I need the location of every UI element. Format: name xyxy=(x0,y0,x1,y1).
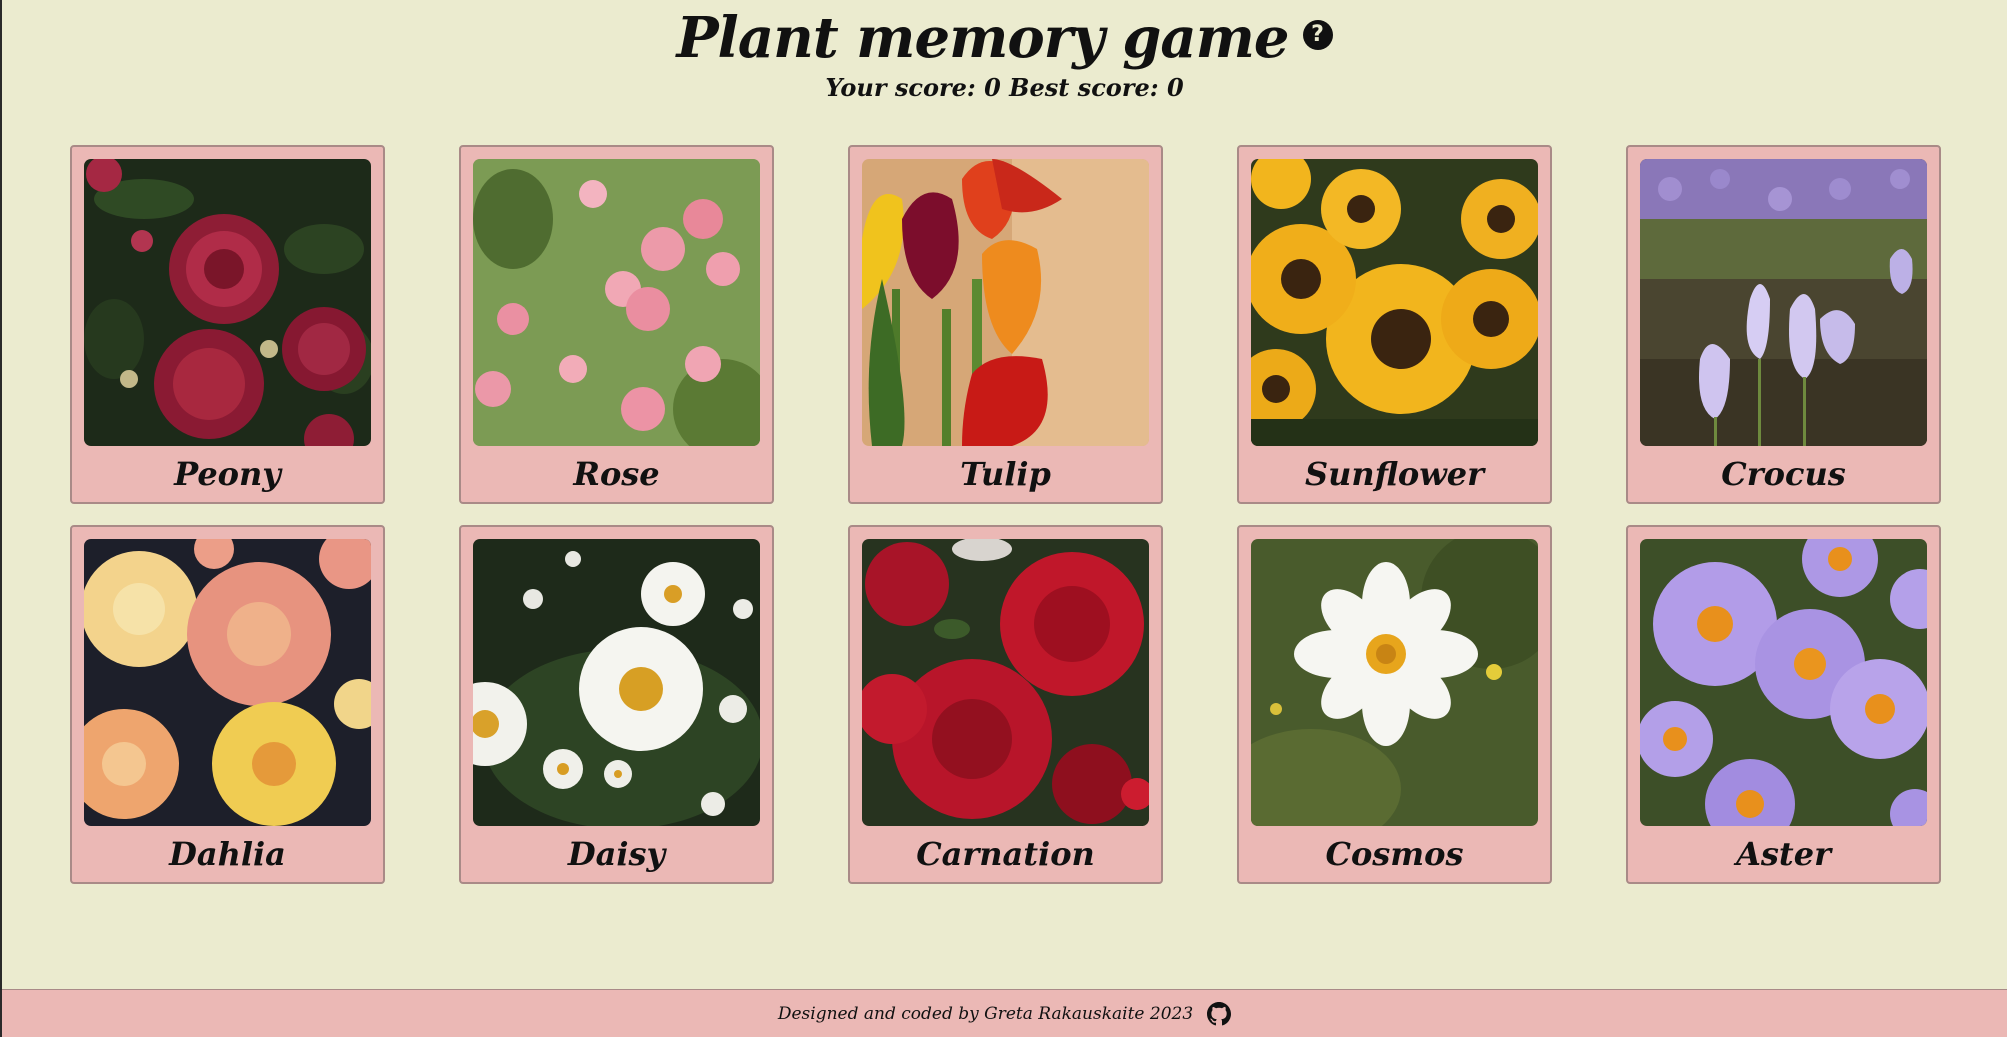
crocus-photo xyxy=(1640,159,1927,446)
aster-photo xyxy=(1640,539,1927,826)
page-header: Plant memory game ? Your score: 0 Best s… xyxy=(2,0,2007,140)
question-circle-icon[interactable]: ? xyxy=(1302,20,1333,50)
score-value: 0 xyxy=(984,73,1001,102)
best-score-value: 0 xyxy=(1166,73,1184,102)
card-crocus[interactable]: Crocus xyxy=(1626,145,1941,504)
peony-photo xyxy=(84,159,371,446)
card-label: Sunflower xyxy=(1304,455,1484,493)
card-daisy[interactable]: Daisy xyxy=(459,525,774,884)
title-row: Plant memory game ? xyxy=(2,6,2007,70)
card-label: Crocus xyxy=(1721,455,1846,493)
page-title: Plant memory game xyxy=(676,5,1289,71)
rose-photo xyxy=(473,159,760,446)
card-cosmos[interactable]: Cosmos xyxy=(1237,525,1552,884)
dahlia-photo xyxy=(84,539,371,826)
scoreboard: Your score: 0 Best score: 0 xyxy=(2,72,2007,104)
cosmos-photo xyxy=(1251,539,1538,826)
card-label: Tulip xyxy=(960,455,1051,493)
score-label: Your score: xyxy=(825,73,976,102)
daisy-photo xyxy=(473,539,760,826)
footer-credit: Designed and coded by Greta Rakauskaite … xyxy=(777,1003,1194,1024)
card-label: Carnation xyxy=(916,835,1095,873)
card-label: Peony xyxy=(174,455,281,493)
card-label: Dahlia xyxy=(169,835,286,873)
card-label: Aster xyxy=(1736,835,1831,873)
card-peony[interactable]: Peony xyxy=(70,145,385,504)
footer: Designed and coded by Greta Rakauskaite … xyxy=(2,989,2007,1037)
github-icon[interactable] xyxy=(1207,1001,1232,1026)
tulip-photo xyxy=(862,159,1149,446)
card-aster[interactable]: Aster xyxy=(1626,525,1941,884)
card-label: Daisy xyxy=(567,835,666,873)
card-rose[interactable]: Rose xyxy=(459,145,774,504)
carnation-photo xyxy=(862,539,1149,826)
card-tulip[interactable]: Tulip xyxy=(848,145,1163,504)
card-grid: Peony Rose Tulip Sunflower Crocus Dahlia… xyxy=(70,145,1942,884)
card-dahlia[interactable]: Dahlia xyxy=(70,525,385,884)
card-label: Cosmos xyxy=(1325,835,1464,873)
best-score-label: Best score: xyxy=(1009,73,1159,102)
card-sunflower[interactable]: Sunflower xyxy=(1237,145,1552,504)
card-label: Rose xyxy=(573,455,660,493)
card-carnation[interactable]: Carnation xyxy=(848,525,1163,884)
sunflower-photo xyxy=(1251,159,1538,446)
